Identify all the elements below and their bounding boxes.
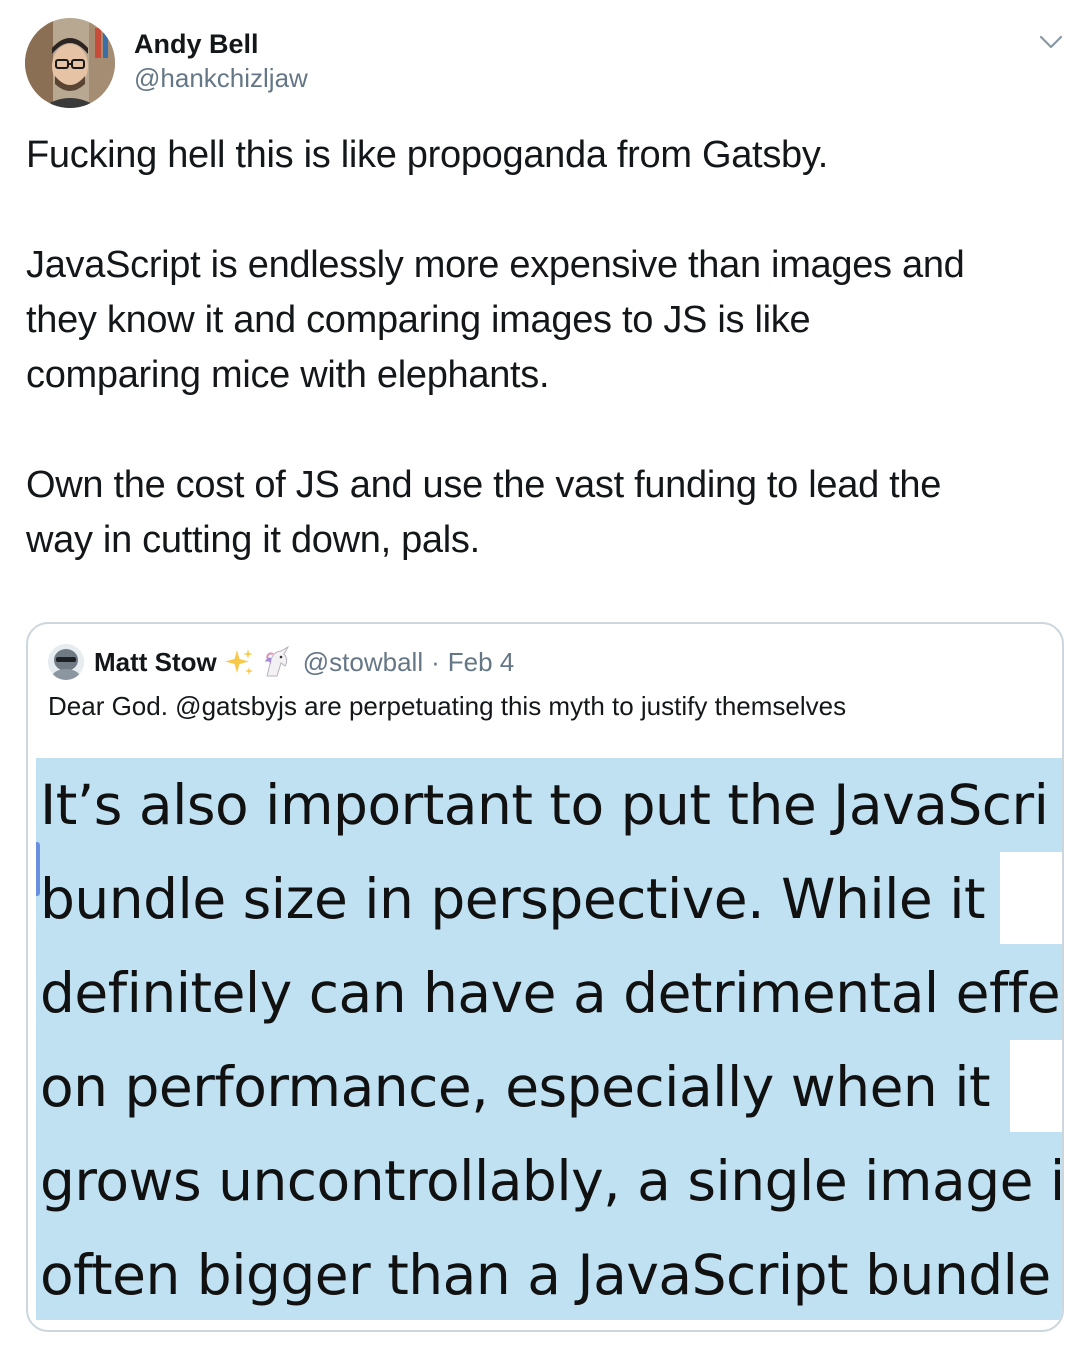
sparkles-icon xyxy=(223,646,255,678)
image-text-line: It’s also important to put the JavaScri xyxy=(40,773,1049,837)
image-text-line: on performance, especially when it xyxy=(40,1055,991,1119)
header-separator: · xyxy=(431,646,440,677)
quoted-tweet-card[interactable]: Matt Stow @stowball · Feb 4 Dear God. @g… xyxy=(26,622,1064,1332)
quoted-tweet-image[interactable]: It’s also important to put the JavaScri … xyxy=(36,758,1064,1320)
tweet: Andy Bell @hankchizljaw Fucking hell thi… xyxy=(0,0,1088,1350)
avatar-photo-icon xyxy=(25,18,115,108)
quoted-author-handle: @stowball xyxy=(302,646,424,677)
author-info: Andy Bell @hankchizljaw xyxy=(134,28,308,95)
image-text-line: grows uncontrollably, a single image i xyxy=(40,1149,1064,1213)
quoted-tweet-header: Matt Stow @stowball · Feb 4 xyxy=(94,644,514,680)
tweet-text: Fucking hell this is like propoganda fro… xyxy=(26,128,1066,568)
unselected-gap xyxy=(1000,852,1062,944)
unicorn-icon xyxy=(261,645,293,678)
tweet-paragraph: JavaScript is endlessly more expensive t… xyxy=(26,244,965,396)
quoted-author-name: Matt Stow xyxy=(94,646,217,677)
quoted-author-avatar xyxy=(48,644,84,680)
quoted-tweet-text: Dear God. @gatsbyjs are perpetuating thi… xyxy=(48,691,847,721)
quoted-tweet-date: Feb 4 xyxy=(447,646,515,677)
tweet-paragraph: Own the cost of JS and use the vast fund… xyxy=(26,464,942,561)
robot-avatar-icon xyxy=(48,644,84,680)
tweet-paragraph: Fucking hell this is like propoganda fro… xyxy=(26,134,828,176)
unselected-gap xyxy=(1010,1040,1062,1132)
image-text-line: often bigger than a JavaScript bundle xyxy=(40,1243,1051,1307)
image-text-line: bundle size in perspective. While it xyxy=(40,867,986,931)
image-text-line: definitely can have a detrimental effe xyxy=(40,961,1061,1025)
tweet-menu-button[interactable] xyxy=(1036,30,1066,54)
chevron-down-icon xyxy=(1039,35,1063,49)
author-handle[interactable]: @hankchizljaw xyxy=(134,61,308,95)
author-avatar[interactable] xyxy=(25,18,115,108)
author-display-name[interactable]: Andy Bell xyxy=(134,28,308,61)
